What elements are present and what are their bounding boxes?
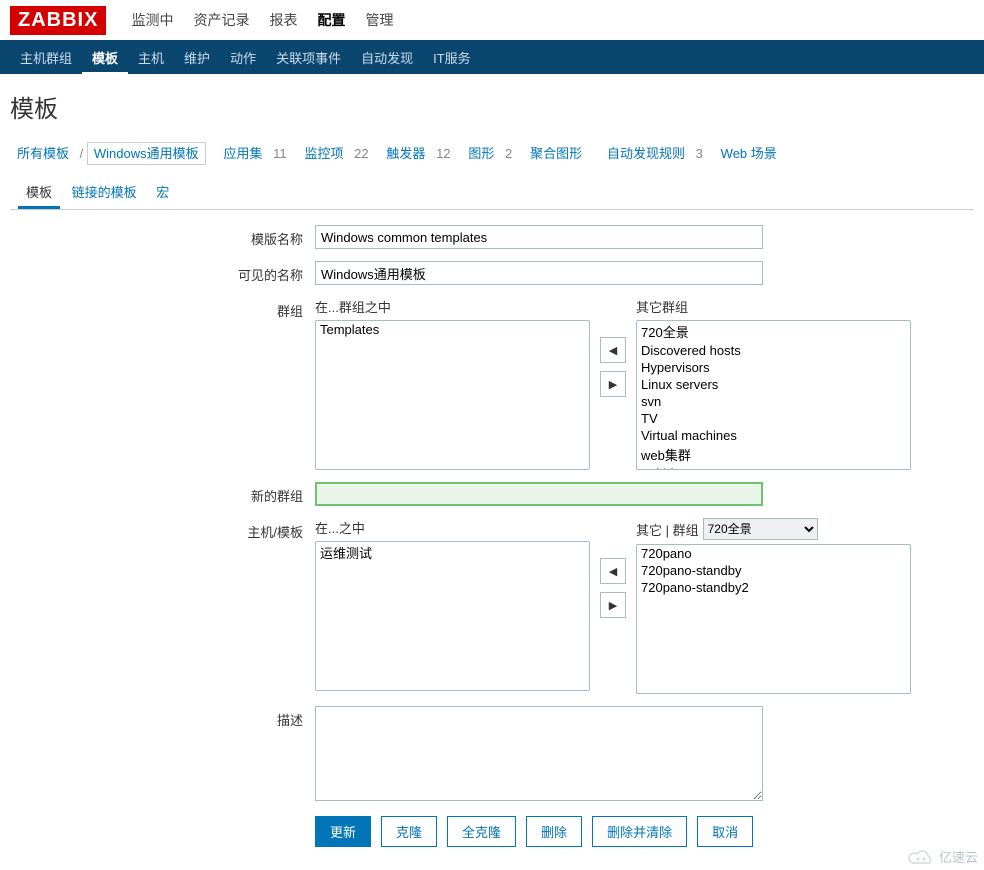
cloud-icon [907, 848, 935, 866]
subnav-actions[interactable]: 动作 [220, 40, 266, 75]
breadcrumb-sep: / [80, 146, 84, 161]
tab-template[interactable]: 模板 [18, 176, 60, 209]
topnav-reports[interactable]: 报表 [259, 0, 307, 40]
description-textarea[interactable] [315, 706, 763, 801]
watermark: 亿速云 [907, 847, 978, 866]
other-groups-select[interactable]: 720全景Discovered hostsHypervisorsLinux se… [636, 320, 911, 470]
bc-graphs-count: 2 [505, 146, 512, 161]
host-move-right-button[interactable]: ▶ [600, 592, 626, 618]
watermark-text: 亿速云 [939, 847, 978, 866]
subnav-hosts[interactable]: 主机 [128, 40, 174, 75]
bc-web[interactable]: Web 场景 [716, 143, 782, 164]
breadcrumb-all[interactable]: 所有模板 [12, 143, 74, 164]
bc-applications[interactable]: 应用集 [218, 143, 267, 164]
subnav-templates[interactable]: 模板 [82, 40, 128, 75]
bc-discovery-count: 3 [696, 146, 703, 161]
other-groups-label: 其它群组 [636, 297, 911, 316]
template-name-input[interactable] [315, 225, 763, 249]
bc-applications-count: 11 [273, 146, 287, 161]
logo: ZABBIX [10, 6, 106, 35]
update-button[interactable]: 更新 [315, 816, 371, 847]
bc-items[interactable]: 监控项 [299, 143, 348, 164]
other-hosts-group-select[interactable]: 720全景 [703, 518, 818, 540]
bc-triggers[interactable]: 触发器 [381, 143, 430, 164]
tab-linked[interactable]: 链接的模板 [64, 176, 145, 207]
cancel-button[interactable]: 取消 [697, 816, 753, 847]
subnav-discovery[interactable]: 自动发现 [351, 40, 423, 75]
bc-screens[interactable]: 聚合图形 [525, 143, 587, 164]
delete-clear-button[interactable]: 删除并清除 [592, 816, 687, 847]
breadcrumb: 所有模板 / Windows通用模板 应用集 11 监控项 22 触发器 12 … [10, 139, 974, 166]
tab-macros[interactable]: 宏 [148, 176, 177, 207]
sub-nav: 主机群组 模板 主机 维护 动作 关联项事件 自动发现 IT服务 [0, 40, 984, 74]
subnav-itservices[interactable]: IT服务 [423, 40, 481, 75]
topnav-configuration[interactable]: 配置 [307, 0, 355, 40]
subnav-hostgroups[interactable]: 主机群组 [10, 40, 82, 75]
subnav-correlation[interactable]: 关联项事件 [266, 40, 351, 75]
host-move-left-button[interactable]: ◀ [600, 558, 626, 584]
new-group-label: 新的群组 [10, 482, 315, 505]
bc-items-count: 22 [354, 146, 368, 161]
top-nav: ZABBIX 监测中 资产记录 报表 配置 管理 [0, 0, 984, 40]
visible-name-label: 可见的名称 [10, 261, 315, 284]
in-hosts-label: 在...之中 [315, 518, 590, 537]
in-groups-select[interactable]: Templates [315, 320, 590, 470]
bc-triggers-count: 12 [436, 146, 450, 161]
topnav-inventory[interactable]: 资产记录 [183, 0, 259, 40]
other-hosts-select[interactable]: 720pano720pano-standby720pano-standby2 [636, 544, 911, 694]
new-group-input[interactable] [315, 482, 763, 506]
description-label: 描述 [10, 706, 315, 729]
group-move-left-button[interactable]: ◀ [600, 337, 626, 363]
hosts-templates-label: 主机/模板 [10, 518, 315, 541]
page-title: 模板 [10, 89, 974, 124]
form-tabs: 模板 链接的模板 宏 [10, 176, 974, 210]
bc-discovery[interactable]: 自动发现规则 [602, 143, 690, 164]
full-clone-button[interactable]: 全克隆 [447, 816, 516, 847]
clone-button[interactable]: 克隆 [381, 816, 437, 847]
topnav-administration[interactable]: 管理 [355, 0, 403, 40]
other-hosts-group-label: 其它 | 群组 [636, 520, 699, 539]
content: 模板 所有模板 / Windows通用模板 应用集 11 监控项 22 触发器 … [0, 74, 984, 869]
group-move-right-button[interactable]: ▶ [600, 371, 626, 397]
breadcrumb-current[interactable]: Windows通用模板 [87, 142, 206, 165]
groups-label: 群组 [10, 297, 315, 320]
topnav-monitoring[interactable]: 监测中 [121, 0, 183, 40]
delete-button[interactable]: 删除 [526, 816, 582, 847]
subnav-maintenance[interactable]: 维护 [174, 40, 220, 75]
in-hosts-select[interactable]: 运维测试 [315, 541, 590, 691]
in-groups-label: 在...群组之中 [315, 297, 590, 316]
visible-name-input[interactable] [315, 261, 763, 285]
bc-graphs[interactable]: 图形 [463, 143, 499, 164]
template-name-label: 模版名称 [10, 225, 315, 248]
